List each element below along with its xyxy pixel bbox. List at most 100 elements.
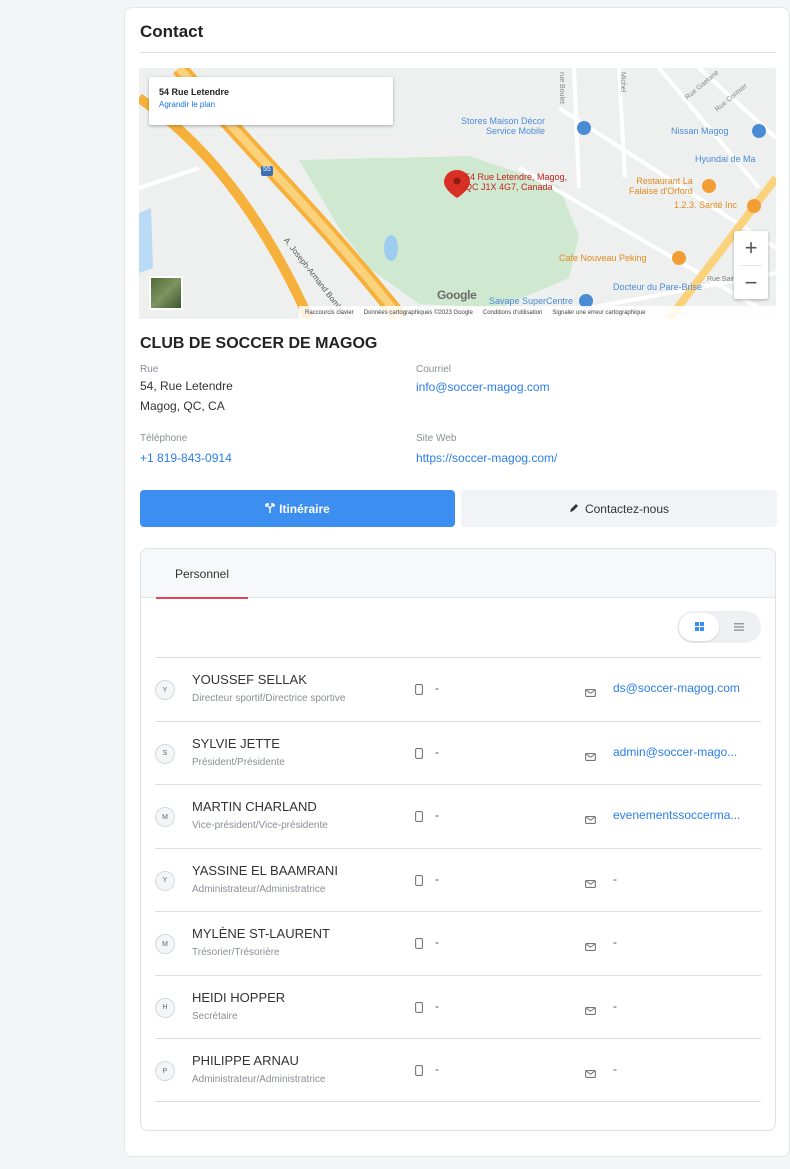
staff-phone: - (435, 871, 439, 886)
staff-role: Directeur sportif/Directrice sportive (192, 693, 346, 704)
mail-icon (585, 1065, 596, 1083)
map-place-cafe[interactable]: Cafe Nouveau Peking (559, 253, 647, 263)
staff-role: Vice-président/Vice-présidente (192, 820, 328, 831)
staff-phone: - (435, 998, 439, 1013)
pencil-icon (569, 502, 579, 516)
staff-name: YOUSSEF SELLAK (192, 672, 307, 687)
route-shield-label: 55 (263, 166, 271, 173)
grid-view-button[interactable] (679, 613, 719, 641)
staff-row: Y YASSINE EL BAAMRANI Administrateur/Adm… (155, 847, 761, 912)
website-link[interactable]: https://soccer-magog.com/ (416, 451, 557, 465)
contact-us-button[interactable]: Contactez-nous (461, 490, 777, 527)
map-place-stores[interactable]: Stores Maison Décor Service Mobile (461, 116, 545, 136)
list-icon (734, 618, 744, 636)
avatar: H (155, 997, 175, 1018)
phone-icon (415, 936, 423, 954)
map-place-sante[interactable]: 1.2.3. Santé Inc (674, 200, 737, 210)
place-name: Service Mobile (486, 126, 546, 136)
directions-label: Itinéraire (279, 501, 330, 516)
staff-role: Administrateur/Administratrice (192, 1074, 326, 1085)
staff-email[interactable]: admin@soccer-mago... (613, 745, 737, 759)
staff-email: - (613, 998, 617, 1013)
terms-link[interactable]: Conditions d'utilisation (483, 310, 543, 316)
staff-phone: - (435, 1062, 439, 1076)
report-error-link[interactable]: Signaler une erreur cartographique (552, 310, 645, 316)
enlarge-map-link[interactable]: Agrandir le plan (159, 100, 383, 109)
avatar: M (155, 807, 175, 827)
phone-icon (415, 873, 423, 891)
phone-label: Téléphone (140, 433, 188, 444)
staff-name: PHILIPPE ARNAU (192, 1053, 299, 1068)
map-street-label: rue Boulet (558, 72, 565, 104)
directions-button[interactable]: Itinéraire (140, 490, 455, 527)
staff-role: Président/Présidente (192, 756, 285, 768)
panel-tabs: Personnel (141, 549, 775, 599)
avatar: Y (155, 870, 175, 891)
staff-row: M MARTIN CHARLAND Vice-président/Vice-pr… (155, 784, 761, 848)
website-label: Site Web (416, 433, 457, 444)
staff-list: Y YOUSSEF SELLAK Directeur sportif/Direc… (155, 657, 761, 1102)
google-map[interactable]: 54 Rue Letendre, Magog, QC J1X 4G7, Cana… (139, 68, 776, 319)
staff-row: H HEIDI HOPPER Secrétaire - - (155, 974, 761, 1039)
mail-icon (585, 811, 596, 829)
staff-email: - (613, 871, 617, 886)
staff-phone: - (435, 744, 439, 759)
phone-icon (415, 1000, 423, 1018)
zoom-out-button[interactable]: − (734, 266, 768, 300)
avatar: M (155, 934, 175, 954)
map-info-address: 54 Rue Letendre (159, 87, 230, 97)
map-street-label: Michel (619, 72, 626, 93)
map-place-vape[interactable]: Savape SuperCentre (489, 296, 573, 306)
phone-icon (415, 1063, 423, 1081)
view-toggle (677, 611, 761, 643)
staff-role: Trésorier/Trésorière (192, 947, 280, 958)
mail-icon (585, 875, 596, 893)
active-tab-indicator (156, 597, 248, 599)
tab-personnel[interactable]: Personnel (156, 549, 248, 599)
card-title: Contact (140, 22, 204, 41)
pin-label-line: QC J1X 4G7, Canada (465, 182, 553, 192)
staff-name: HEIDI HOPPER (192, 989, 286, 1005)
list-view-button[interactable] (719, 613, 759, 641)
staff-email[interactable]: evenementssoccerma... (613, 808, 740, 822)
avatar: Y (155, 680, 175, 700)
staff-email: - (613, 1062, 617, 1076)
staff-role: Secrétaire (192, 1010, 238, 1022)
grid-icon (694, 618, 704, 636)
mail-icon (585, 1002, 596, 1020)
tab-label: Personnel (174, 566, 230, 581)
personnel-panel: Personnel Y YOUSSEF SELLAK Directeur spo… (140, 548, 776, 1131)
phone-icon (415, 809, 423, 827)
address-label: Rue (140, 364, 159, 375)
map-footer: Raccourcis clavier Données cartographiqu… (299, 306, 776, 319)
address-line-1: 54, Rue Letendre (140, 379, 233, 393)
staff-name: SYLVIE JETTE (192, 735, 280, 751)
map-pin-label: 54 Rue Letendre, Magog, QC J1X 4G7, Cana… (465, 172, 567, 192)
google-logo: Google (437, 288, 477, 302)
avatar: S (155, 743, 175, 764)
zoom-control: + − (734, 231, 768, 299)
staff-name: MARTIN CHARLAND (192, 799, 317, 814)
staff-row: S SYLVIE JETTE Président/Présidente - ad… (155, 720, 761, 785)
phone-link[interactable]: +1 819-843-0914 (140, 451, 232, 465)
map-place-hyundai[interactable]: Hyundai de Ma (695, 154, 756, 164)
map-info-box: 54 Rue Letendre Agrandir le plan (149, 77, 393, 125)
zoom-in-button[interactable]: + (734, 231, 768, 265)
staff-email[interactable]: ds@soccer-magog.com (613, 681, 740, 695)
mail-icon (585, 748, 596, 766)
mail-icon (585, 938, 596, 956)
keyboard-shortcuts-link[interactable]: Raccourcis clavier (305, 310, 354, 316)
map-place-restaurant[interactable]: Restaurant La Falaise d'Orford (629, 176, 693, 196)
map-place-nissan[interactable]: Nissan Magog (671, 126, 729, 136)
phone-icon (415, 746, 423, 764)
map-place-docteur[interactable]: Docteur du Pare-Brise (613, 282, 702, 292)
avatar: P (155, 1061, 175, 1081)
email-link[interactable]: info@soccer-magog.com (416, 380, 550, 394)
divider (139, 52, 776, 53)
mail-icon (585, 684, 596, 702)
phone-icon (415, 682, 423, 700)
satellite-toggle-button[interactable] (149, 276, 183, 310)
staff-phone: - (435, 808, 439, 822)
staff-row: M MYLÈNE ST-LAURENT Trésorier/Trésorière… (155, 911, 761, 975)
staff-row: Y YOUSSEF SELLAK Directeur sportif/Direc… (155, 657, 761, 721)
